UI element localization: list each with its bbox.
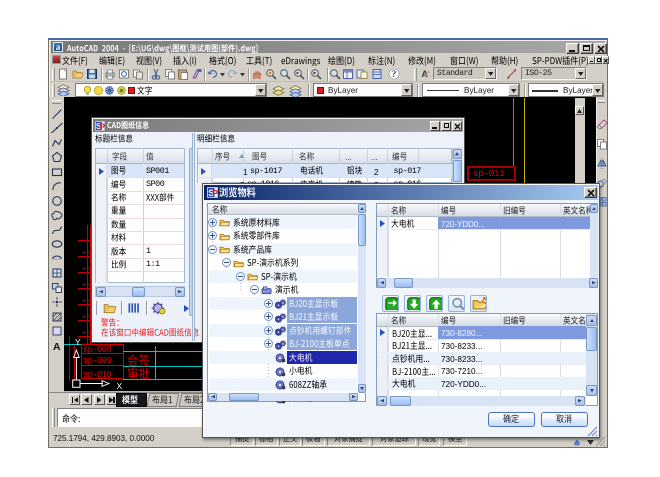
svg-text:P: P — [100, 122, 105, 130]
svg-text:?: ? — [392, 70, 397, 80]
svg-text:A: A — [53, 341, 61, 352]
svg-text:P: P — [212, 189, 218, 199]
